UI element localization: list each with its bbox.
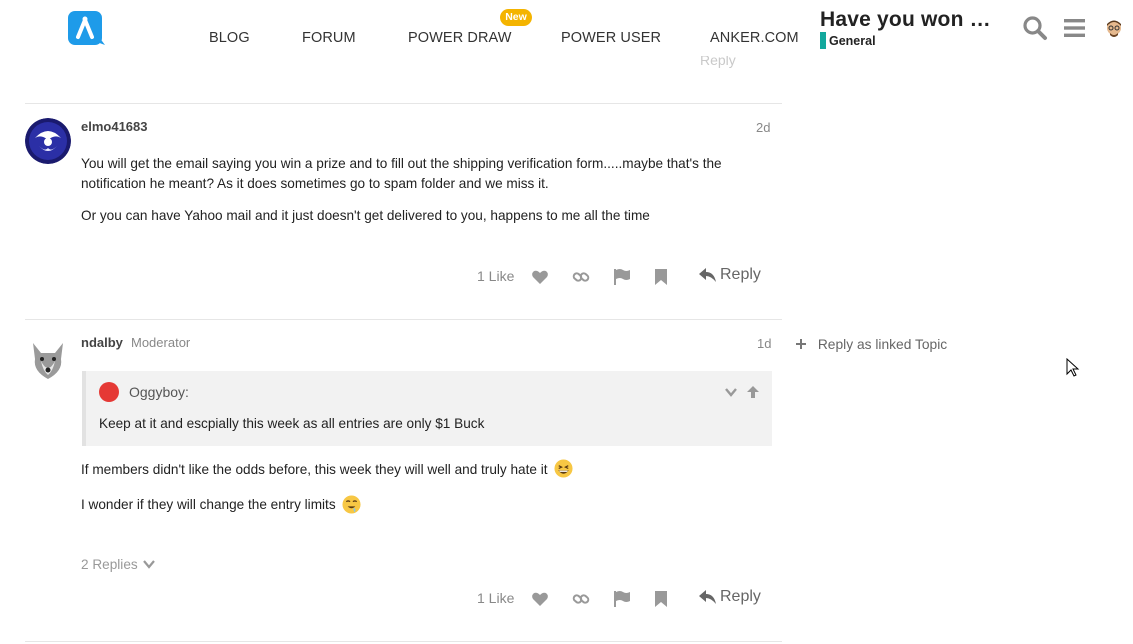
replies-toggle[interactable]: 2 Replies bbox=[81, 557, 156, 572]
nav-power-user[interactable]: POWER USER bbox=[561, 30, 661, 46]
link-icon[interactable] bbox=[572, 268, 590, 286]
anker-logo-icon[interactable] bbox=[68, 11, 106, 47]
post-paragraph-text: If members didn't like the odds before, … bbox=[81, 462, 548, 477]
quote-block: Oggyboy: Keep at it and escpially this w… bbox=[82, 371, 772, 446]
category-color-bar bbox=[820, 32, 826, 49]
quote-author-avatar bbox=[99, 382, 119, 402]
post-paragraph: notification he meant? As it does someti… bbox=[81, 175, 549, 191]
reply-as-linked-topic-button[interactable]: Reply as linked Topic bbox=[796, 337, 947, 352]
bookmark-icon[interactable] bbox=[652, 268, 670, 286]
user-avatar-ndalby[interactable] bbox=[25, 335, 71, 381]
flag-icon[interactable] bbox=[613, 268, 631, 286]
user-avatar-elmo41683[interactable] bbox=[25, 118, 71, 164]
hamburger-menu-icon[interactable] bbox=[1062, 15, 1088, 41]
post-divider bbox=[25, 319, 782, 320]
post-body: You will get the email saying you win a … bbox=[81, 154, 771, 226]
post-paragraph: If members didn't like the odds before, … bbox=[81, 459, 771, 480]
linked-topic-label: Reply as linked Topic bbox=[817, 337, 948, 352]
post-body: If members didn't like the odds before, … bbox=[81, 459, 771, 514]
post-paragraph-text: I wonder if they will change the entry l… bbox=[81, 496, 336, 512]
heart-icon[interactable] bbox=[531, 268, 549, 286]
post-divider bbox=[25, 103, 782, 104]
replies-count: 2 Replies bbox=[81, 557, 138, 572]
post-date[interactable]: 1d bbox=[757, 336, 771, 351]
quote-author[interactable]: Oggyboy: bbox=[129, 384, 189, 400]
category-badge[interactable]: General bbox=[820, 32, 876, 49]
chevron-down-icon bbox=[143, 560, 156, 569]
nav-power-draw[interactable]: POWER DRAW bbox=[408, 30, 512, 46]
mouse-cursor-icon bbox=[1066, 358, 1080, 377]
quote-text: Keep at it and escpially this week as al… bbox=[99, 416, 485, 431]
category-name: General bbox=[829, 33, 876, 48]
post-username[interactable]: ndalby bbox=[81, 335, 123, 350]
post-date[interactable]: 2d bbox=[756, 120, 770, 135]
topic-title[interactable]: Have you won … bbox=[820, 8, 991, 32]
reply-arrow-icon bbox=[699, 268, 716, 282]
arrow-up-icon[interactable] bbox=[746, 385, 760, 399]
bookmark-icon[interactable] bbox=[652, 590, 670, 608]
nav-anker-com[interactable]: ANKER.COM bbox=[710, 30, 799, 46]
nav-forum[interactable]: FORUM bbox=[302, 30, 356, 46]
post-actions: 1 Like Reply bbox=[476, 588, 776, 610]
link-icon[interactable] bbox=[572, 590, 590, 608]
like-count[interactable]: 1 Like bbox=[477, 268, 514, 284]
post-actions: 1 Like Reply bbox=[476, 266, 776, 288]
post-username[interactable]: elmo41683 bbox=[81, 119, 148, 134]
current-user-avatar[interactable] bbox=[1103, 18, 1125, 40]
post-divider bbox=[25, 641, 782, 642]
chevron-down-icon[interactable] bbox=[724, 385, 738, 399]
drooling-emoji-icon bbox=[342, 494, 361, 514]
laughing-emoji-icon bbox=[554, 459, 573, 478]
flag-icon[interactable] bbox=[613, 590, 631, 608]
post-paragraph: I wonder if they will change the entry l… bbox=[81, 494, 771, 515]
nav-blog[interactable]: BLOG bbox=[209, 30, 250, 46]
like-count[interactable]: 1 Like bbox=[477, 590, 514, 606]
reply-label: Reply bbox=[720, 266, 761, 283]
plus-icon bbox=[796, 339, 806, 349]
heart-icon[interactable] bbox=[531, 590, 549, 608]
search-icon[interactable] bbox=[1022, 15, 1048, 41]
site-header: BLOG FORUM POWER DRAW New POWER USER ANK… bbox=[0, 0, 1133, 56]
new-badge: New bbox=[500, 9, 532, 26]
post-paragraph: You will get the email saying you win a … bbox=[81, 156, 722, 171]
reply-arrow-icon bbox=[699, 590, 716, 604]
post-paragraph: Or you can have Yahoo mail and it just d… bbox=[81, 208, 650, 223]
user-role-badge: Moderator bbox=[131, 335, 191, 350]
reply-label: Reply bbox=[720, 588, 761, 605]
